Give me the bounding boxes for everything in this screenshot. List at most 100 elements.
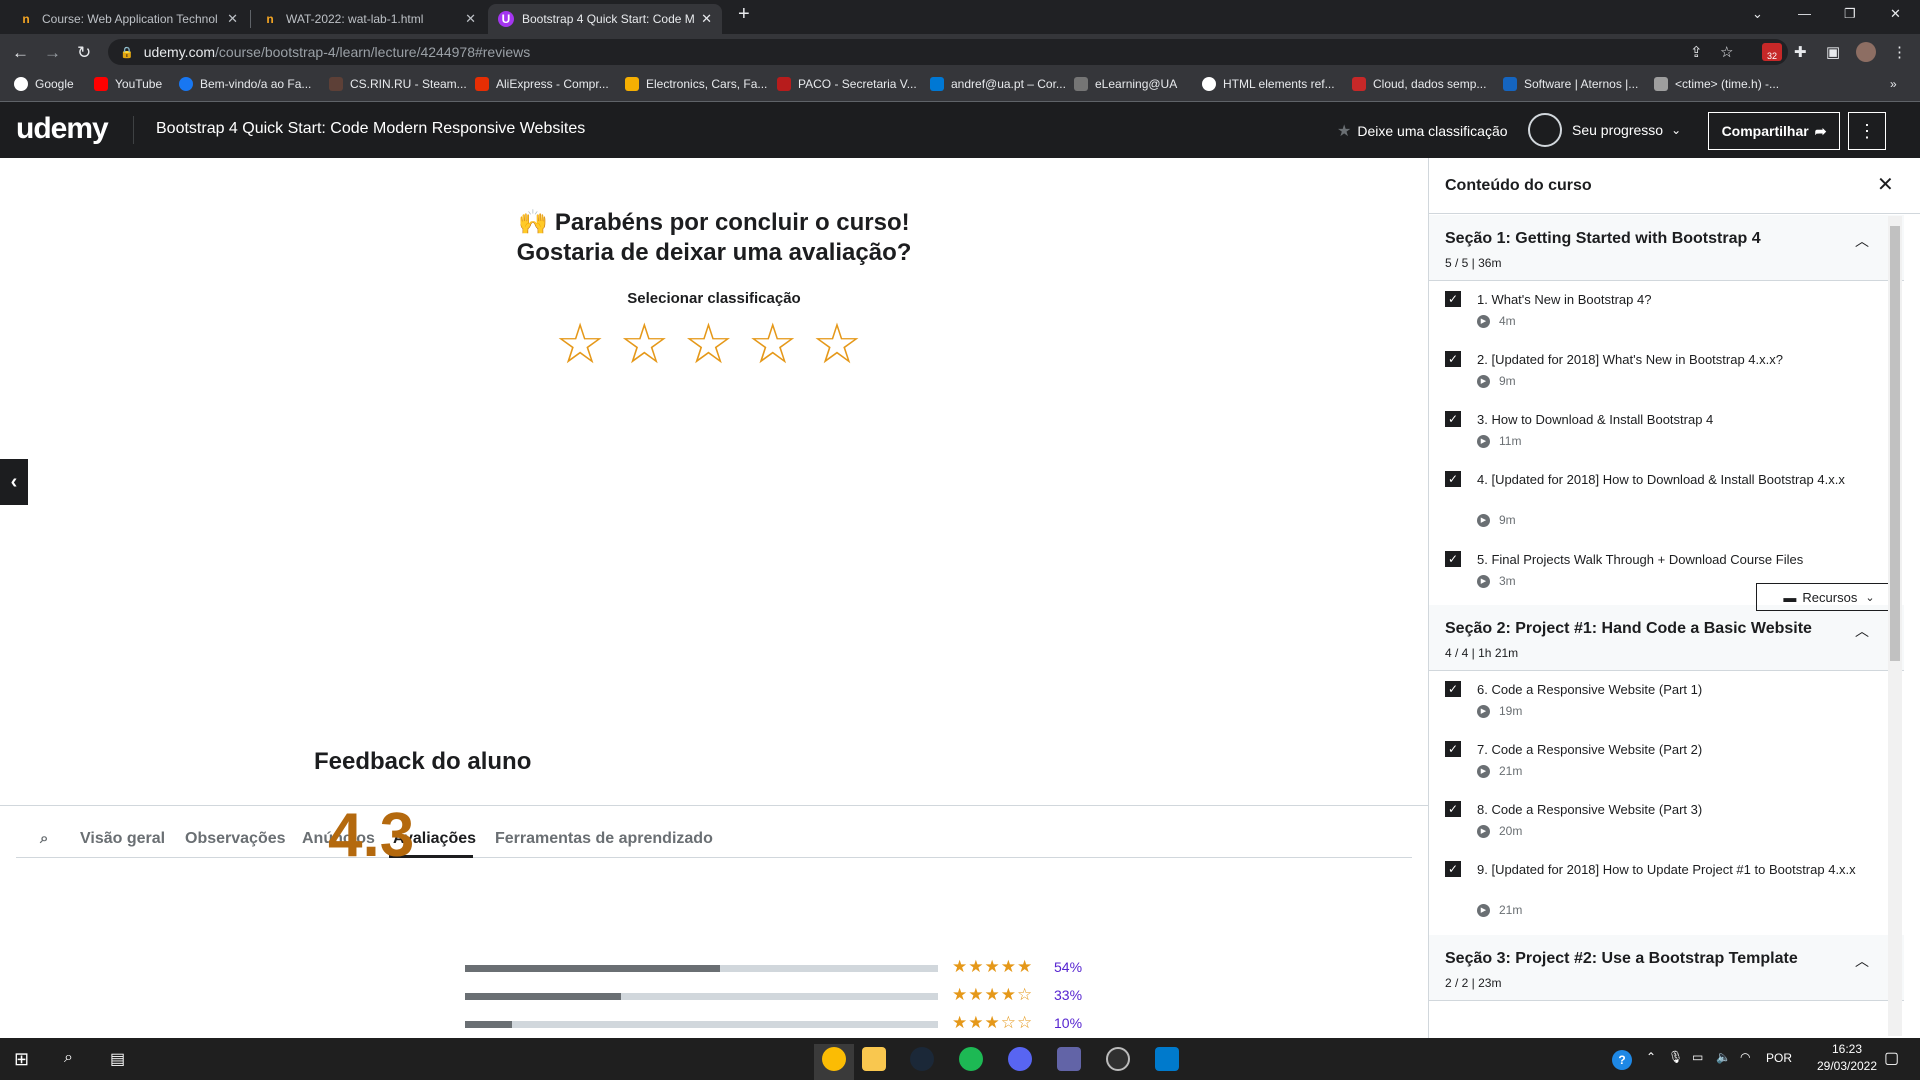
rating-star-1[interactable]: ☆ bbox=[555, 314, 605, 374]
more-options-button[interactable]: ⋮ bbox=[1848, 112, 1886, 150]
rating-percent[interactable]: 10% bbox=[1054, 1015, 1082, 1031]
browser-tab-active[interactable]: U Bootstrap 4 Quick Start: Code Mo ✕ bbox=[488, 4, 722, 34]
input-language[interactable]: POR bbox=[1766, 1051, 1792, 1065]
notifications-icon[interactable]: ▢ bbox=[1884, 1048, 1899, 1068]
collapse-sidebar-button[interactable]: ‹ bbox=[0, 459, 28, 505]
discord-icon[interactable] bbox=[1008, 1047, 1032, 1071]
tab-notes[interactable]: Observações bbox=[185, 830, 286, 848]
volume-icon[interactable]: 🔈 bbox=[1716, 1050, 1731, 1064]
minimize-icon[interactable]: — bbox=[1798, 6, 1811, 21]
task-view-icon[interactable]: ▤ bbox=[110, 1049, 125, 1069]
rating-percent[interactable]: 54% bbox=[1054, 959, 1082, 975]
completed-checkbox[interactable]: ✓ bbox=[1445, 861, 1461, 877]
rating-star-4[interactable]: ☆ bbox=[748, 314, 798, 374]
tab-learning-tools[interactable]: Ferramentas de aprendizado bbox=[495, 830, 713, 848]
lecture-item[interactable]: ✓ 7. Code a Responsive Website (Part 2) ▶ 2… bbox=[1429, 731, 1904, 791]
completed-checkbox[interactable]: ✓ bbox=[1445, 801, 1461, 817]
section-header[interactable]: Seção 1: Getting Started with Bootstrap … bbox=[1429, 215, 1904, 281]
url-bar[interactable]: 🔒 udemy.com/course/bootstrap-4/learn/lec… bbox=[108, 39, 1788, 65]
bookmark-star-icon[interactable]: ☆ bbox=[1720, 43, 1733, 61]
bookmark[interactable]: eLearning@UA bbox=[1074, 77, 1177, 91]
close-icon[interactable]: ✕ bbox=[1877, 172, 1894, 197]
teams-icon[interactable] bbox=[1057, 1047, 1081, 1071]
bookmark[interactable]: andref@ua.pt – Cor... bbox=[930, 77, 1066, 91]
bookmark[interactable]: PACO - Secretaria V... bbox=[777, 77, 917, 91]
lecture-item[interactable]: ✓ 3. How to Download & Install Bootstrap … bbox=[1429, 401, 1904, 461]
completed-checkbox[interactable]: ✓ bbox=[1445, 471, 1461, 487]
bookmark[interactable]: HTML elements ref... bbox=[1202, 77, 1335, 91]
file-explorer-icon[interactable] bbox=[862, 1047, 886, 1071]
tab-search-icon[interactable]: ⌄ bbox=[1752, 6, 1763, 22]
search-icon[interactable]: ⌕ bbox=[64, 1049, 73, 1067]
forward-icon[interactable]: → bbox=[44, 43, 61, 63]
search-icon[interactable]: ⌕ bbox=[40, 830, 48, 847]
section-header[interactable]: Seção 2: Project #1: Hand Code a Basic W… bbox=[1429, 605, 1904, 671]
battery-icon[interactable]: ▭ bbox=[1692, 1050, 1703, 1064]
lecture-item[interactable]: ✓ 2. [Updated for 2018] What's New in Boo… bbox=[1429, 341, 1904, 401]
lecture-item[interactable]: ✓ 4. [Updated for 2018] How to Download &… bbox=[1429, 461, 1904, 541]
lecture-item[interactable]: ✓ 8. Code a Responsive Website (Part 3) ▶ 2… bbox=[1429, 791, 1904, 851]
obs-icon[interactable] bbox=[1106, 1047, 1130, 1071]
bookmark[interactable]: YouTube bbox=[94, 77, 162, 91]
extensions-icon[interactable]: ✚ bbox=[1794, 43, 1807, 61]
completed-checkbox[interactable]: ✓ bbox=[1445, 351, 1461, 367]
completed-checkbox[interactable]: ✓ bbox=[1445, 291, 1461, 307]
side-panel-icon[interactable]: ▣ bbox=[1826, 43, 1840, 61]
browser-tab[interactable]: n WAT-2022: wat-lab-1.html ✕ bbox=[252, 4, 486, 34]
bookmark[interactable]: Bem-vindo/a ao Fa... bbox=[179, 77, 311, 91]
close-window-icon[interactable]: ✕ bbox=[1890, 6, 1901, 22]
help-icon[interactable]: ? bbox=[1612, 1050, 1632, 1070]
close-tab-icon[interactable]: ✕ bbox=[227, 11, 238, 27]
close-tab-icon[interactable]: ✕ bbox=[701, 11, 712, 27]
extension-badge[interactable]: 32 bbox=[1762, 43, 1782, 61]
completed-checkbox[interactable]: ✓ bbox=[1445, 681, 1461, 697]
rating-percent[interactable]: 33% bbox=[1054, 987, 1082, 1003]
microphone-icon[interactable]: 🎙 bbox=[1668, 1050, 1683, 1064]
progress-button[interactable]: Seu progresso ⌄ bbox=[1528, 113, 1681, 147]
tab-overview[interactable]: Visão geral bbox=[80, 830, 165, 848]
clock-date[interactable]: 29/03/2022 bbox=[1812, 1059, 1882, 1073]
bookmark[interactable]: Google bbox=[14, 77, 74, 91]
windows-start-icon[interactable]: ⊞ bbox=[14, 1049, 29, 1070]
bookmark[interactable]: CS.RIN.RU - Steam... bbox=[329, 77, 467, 91]
vscode-icon[interactable] bbox=[1155, 1047, 1179, 1071]
rating-star-5[interactable]: ☆ bbox=[812, 314, 862, 374]
tray-chevron-icon[interactable]: ⌃ bbox=[1646, 1050, 1656, 1064]
scrollbar-thumb[interactable] bbox=[1890, 226, 1900, 661]
course-title[interactable]: Bootstrap 4 Quick Start: Code Modern Res… bbox=[156, 120, 585, 138]
lecture-item[interactable]: ✓ 1. What's New in Bootstrap 4? ▶ 4m bbox=[1429, 281, 1904, 341]
share-page-icon[interactable]: ⇪ bbox=[1690, 43, 1703, 61]
bookmark[interactable]: AliExpress - Compr... bbox=[475, 77, 609, 91]
lecture-item[interactable]: ✓ 9. [Updated for 2018] How to Update Pro… bbox=[1429, 851, 1904, 931]
reload-icon[interactable]: ↻ bbox=[77, 43, 91, 63]
section-header[interactable]: Seção 3: Project #2: Use a Bootstrap Tem… bbox=[1429, 935, 1904, 1001]
back-icon[interactable]: ← bbox=[12, 43, 29, 63]
bookmark[interactable]: <ctime> (time.h) -... bbox=[1654, 77, 1779, 91]
chrome-icon[interactable] bbox=[822, 1047, 846, 1071]
clock-time[interactable]: 16:23 bbox=[1820, 1042, 1874, 1056]
rating-star-2[interactable]: ☆ bbox=[619, 314, 669, 374]
more-bookmarks-icon[interactable]: » bbox=[1890, 77, 1897, 91]
network-icon[interactable]: ◠ bbox=[1740, 1050, 1750, 1064]
completed-checkbox[interactable]: ✓ bbox=[1445, 411, 1461, 427]
bookmark[interactable]: Cloud, dados semp... bbox=[1352, 77, 1486, 91]
restore-icon[interactable]: ❐ bbox=[1844, 6, 1856, 22]
lecture-item[interactable]: ✓ 6. Code a Responsive Website (Part 1) ▶ 1… bbox=[1429, 671, 1904, 731]
profile-avatar[interactable] bbox=[1856, 42, 1876, 62]
completed-checkbox[interactable]: ✓ bbox=[1445, 741, 1461, 757]
bookmark[interactable]: Electronics, Cars, Fa... bbox=[625, 77, 767, 91]
close-tab-icon[interactable]: ✕ bbox=[465, 11, 476, 27]
bookmark[interactable]: Software | Aternos |... bbox=[1503, 77, 1638, 91]
udemy-logo[interactable]: udemy bbox=[16, 112, 109, 146]
spotify-icon[interactable] bbox=[959, 1047, 983, 1071]
rating-star-3[interactable]: ☆ bbox=[683, 314, 733, 374]
resources-button[interactable]: ▬ Recursos ⌄ bbox=[1756, 583, 1902, 611]
leave-rating-button[interactable]: ★ Deixe uma classificação bbox=[1337, 121, 1508, 141]
browser-tab[interactable]: n Course: Web Application Technol ✕ bbox=[8, 4, 248, 34]
menu-icon[interactable]: ⋮ bbox=[1892, 43, 1907, 61]
sidebar-scrollbar[interactable] bbox=[1888, 216, 1902, 1036]
steam-icon[interactable] bbox=[910, 1047, 934, 1071]
completed-checkbox[interactable]: ✓ bbox=[1445, 551, 1461, 567]
new-tab-icon[interactable]: + bbox=[738, 3, 750, 26]
share-button[interactable]: Compartilhar ➦ bbox=[1708, 112, 1840, 150]
